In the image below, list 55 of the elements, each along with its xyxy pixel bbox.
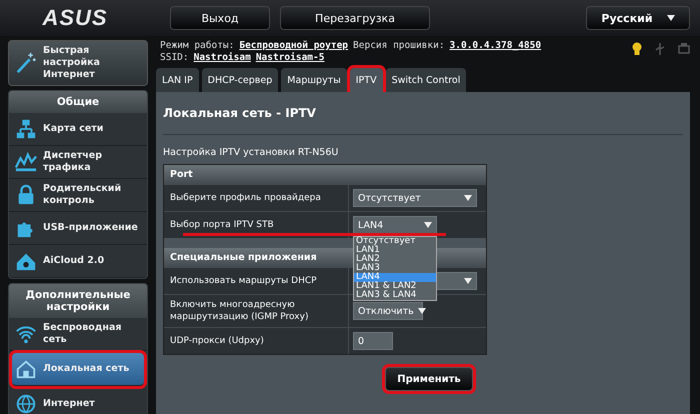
dropdown-option[interactable]: LAN2	[354, 255, 436, 264]
tab[interactable]: LAN IP	[156, 68, 199, 92]
field-label: UDP-прокси (Udpxy)	[164, 328, 349, 354]
field-label: Использовать маршруты DHCP	[164, 268, 349, 294]
sidebar-item[interactable]: Интернет	[9, 388, 147, 414]
caret-icon	[464, 278, 472, 284]
dropdown-option[interactable]: LAN1	[354, 246, 436, 255]
dropdown-option[interactable]: LAN3 & LAN4	[354, 291, 436, 300]
sidebar-icon	[15, 151, 37, 173]
ssid-link[interactable]: Nastroisam	[194, 52, 251, 64]
subtitle: Настройка IPTV установки RT-N56U	[163, 147, 340, 158]
input-field[interactable]: 0	[353, 332, 393, 350]
logo: ASUS	[41, 5, 109, 31]
caret-icon	[666, 15, 675, 21]
top-button[interactable]: Выход	[170, 6, 270, 30]
printer-icon[interactable]	[678, 42, 690, 56]
dropdown-option[interactable]: LAN3	[354, 264, 436, 273]
tab[interactable]: Switch Control	[386, 68, 466, 92]
quick-setup-button[interactable]: Быстрая настройка Интернет	[8, 40, 148, 86]
sidebar-item[interactable]: Диспетчер трафика	[9, 146, 147, 179]
caret-icon	[418, 308, 426, 314]
top-button[interactable]: Перезагрузка	[280, 6, 430, 30]
status-label: Режим работы:	[160, 40, 234, 52]
apply-button[interactable]: Применить	[385, 367, 473, 391]
sidebar-icon	[15, 393, 37, 414]
lightbulb-icon[interactable]	[632, 42, 642, 56]
sidebar-item[interactable]: AiCloud 2.0	[9, 245, 147, 278]
sidebar-heading: Общие	[9, 91, 147, 113]
tab[interactable]: DHCP-сервер	[202, 68, 278, 92]
sidebar-item[interactable]: USB-приложение	[9, 212, 147, 245]
sidebar-item[interactable]: Родительский контроль	[9, 179, 147, 212]
ssid-link[interactable]: Nastroisam-5	[256, 52, 324, 64]
sidebar-heading: Дополнительные настройки	[9, 284, 147, 318]
tab[interactable]: IPTV	[350, 68, 383, 92]
page-title: Локальная сеть - IPTV	[163, 105, 317, 122]
sidebar-icon	[15, 358, 37, 380]
language-select[interactable]: Русский	[586, 6, 690, 30]
caret-icon	[424, 222, 432, 228]
dropdown-option[interactable]: LAN1 & LAN2	[354, 282, 436, 291]
status-label: SSID:	[160, 52, 189, 64]
select-field[interactable]: Отключить	[353, 302, 423, 320]
wand-icon	[15, 52, 37, 74]
field-label: Включить многоадресную маршрутизацию (IGMP Proxy)	[164, 295, 349, 327]
status-label: Версия прошивки:	[353, 40, 445, 52]
sidebar-item[interactable]: Локальная сеть	[12, 353, 144, 386]
sidebar-icon	[15, 118, 37, 140]
select-field[interactable]: Отсутствует	[353, 189, 477, 207]
select-field[interactable]: LAN4	[353, 216, 437, 234]
mode-link[interactable]: Беспроводной роутер	[239, 40, 348, 52]
firmware-link[interactable]: 3.0.0.4.378_4850	[450, 40, 542, 52]
section-header: Port	[164, 165, 486, 184]
caret-icon	[464, 195, 472, 201]
tab[interactable]: Маршруты	[281, 68, 347, 92]
sidebar-item[interactable]: Карта сети	[9, 113, 147, 146]
field-label: Выберите профиль провайдера	[164, 185, 349, 211]
